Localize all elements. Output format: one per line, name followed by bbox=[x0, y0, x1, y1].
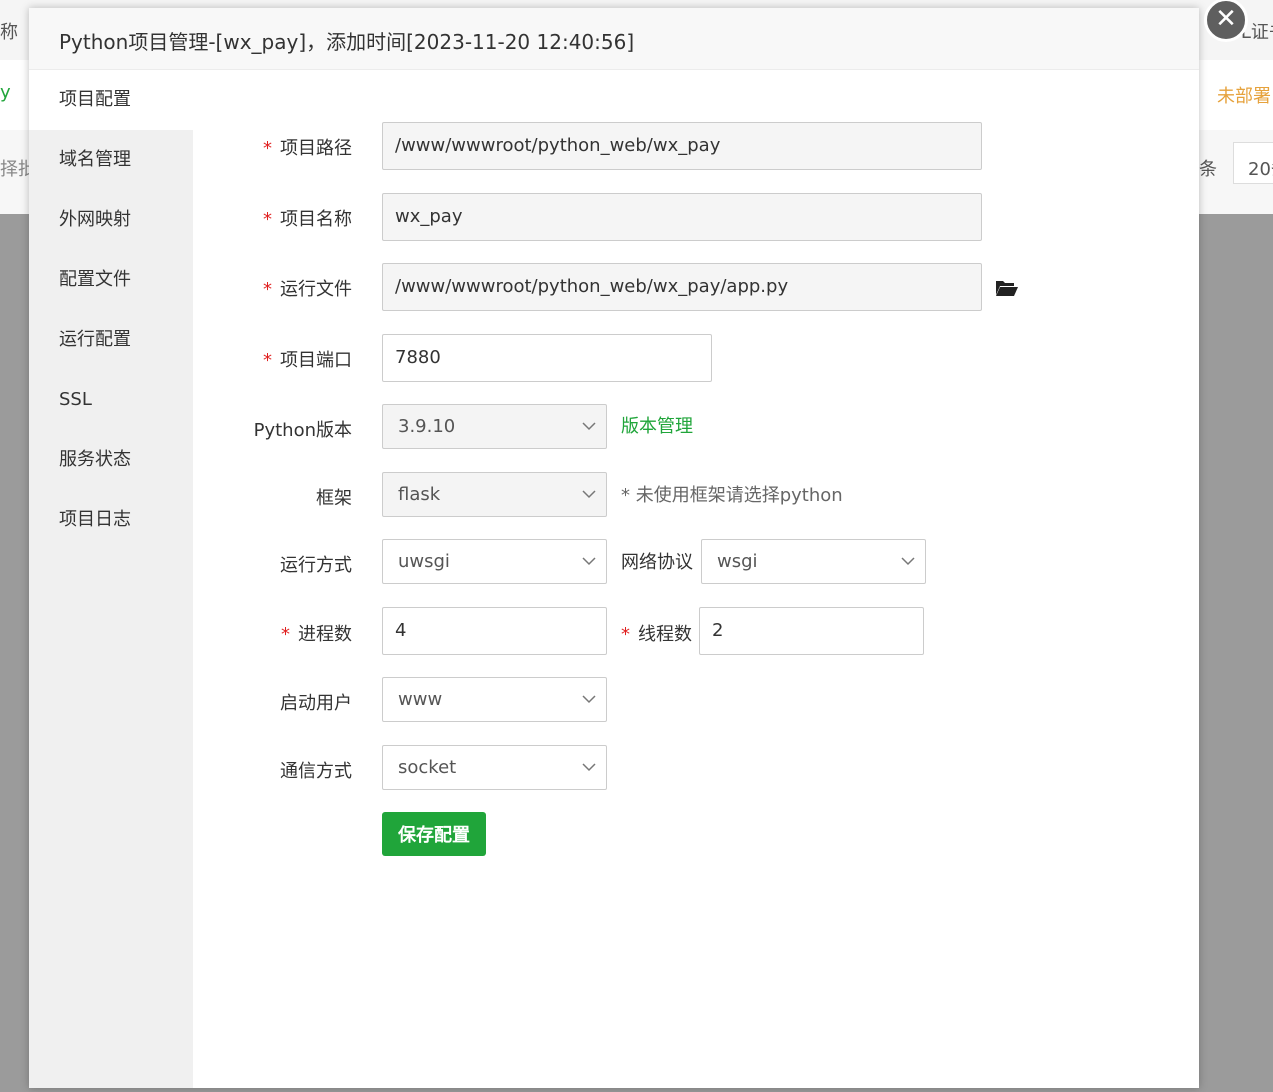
port-label: * 项目端口 bbox=[263, 350, 352, 371]
sidebar-item-run-config[interactable]: 运行配置 bbox=[29, 310, 193, 370]
protocol-label: 网络协议 bbox=[621, 552, 693, 573]
run-file-label: * 运行文件 bbox=[263, 279, 352, 300]
sidebar-item-project-config[interactable]: 项目配置 bbox=[29, 70, 193, 130]
version-manage-link[interactable]: 版本管理 bbox=[621, 412, 693, 438]
sidebar-item-label: 服务状态 bbox=[59, 449, 131, 470]
save-config-button[interactable]: 保存配置 bbox=[382, 812, 486, 856]
protocol-select[interactable]: wsgi bbox=[701, 539, 926, 584]
port-input[interactable]: 7880 bbox=[382, 334, 712, 382]
sidebar-item-mapping[interactable]: 外网映射 bbox=[29, 190, 193, 250]
modal-header: Python项目管理-[wx_pay]，添加时间[2023-11-20 12:4… bbox=[29, 8, 1199, 70]
run-mode-label: 运行方式 bbox=[280, 555, 352, 576]
required-mark: * bbox=[263, 350, 272, 371]
sidebar-item-project-log[interactable]: 项目日志 bbox=[29, 490, 193, 550]
threads-input[interactable]: 2 bbox=[699, 607, 924, 655]
chevron-down-icon bbox=[582, 763, 596, 772]
framework-select[interactable]: flask bbox=[382, 472, 607, 517]
required-mark: * bbox=[281, 624, 290, 645]
bg-status-text: 未部署 bbox=[1217, 86, 1271, 107]
threads-label: * 线程数 bbox=[621, 624, 692, 645]
chevron-down-icon bbox=[582, 422, 596, 431]
bg-page-unit: 条 bbox=[1199, 159, 1217, 180]
modal-title: Python项目管理-[wx_pay]，添加时间[2023-11-20 12:4… bbox=[59, 30, 635, 54]
sidebar-item-label: 项目配置 bbox=[59, 89, 131, 110]
comm-label: 通信方式 bbox=[280, 761, 352, 782]
chevron-down-icon bbox=[901, 557, 915, 566]
framework-label: 框架 bbox=[316, 488, 352, 509]
folder-open-icon[interactable] bbox=[995, 278, 1019, 298]
bg-page-size-box[interactable]: 20条 bbox=[1233, 142, 1273, 184]
user-value: www bbox=[398, 689, 443, 710]
sidebar-item-label: 外网映射 bbox=[59, 209, 131, 230]
framework-hint: * 未使用框架请选择python bbox=[621, 485, 843, 506]
bg-page-size: 20条 bbox=[1248, 159, 1273, 180]
sidebar: 项目配置 域名管理 外网映射 配置文件 运行配置 SSL 服务状态 项目日志 bbox=[29, 70, 193, 1088]
required-mark: * bbox=[263, 279, 272, 300]
sidebar-item-ssl[interactable]: SSL bbox=[29, 370, 193, 430]
sidebar-item-service-status[interactable]: 服务状态 bbox=[29, 430, 193, 490]
framework-value: flask bbox=[398, 484, 441, 505]
sidebar-item-label: 运行配置 bbox=[59, 329, 131, 350]
protocol-value: wsgi bbox=[717, 551, 758, 572]
close-icon: ✕ bbox=[1215, 4, 1237, 34]
user-label: 启动用户 bbox=[280, 693, 352, 714]
path-label: * 项目路径 bbox=[263, 138, 352, 159]
required-mark: * bbox=[263, 138, 272, 159]
bg-project-link[interactable]: y bbox=[0, 82, 11, 103]
project-modal: Python项目管理-[wx_pay]，添加时间[2023-11-20 12:4… bbox=[29, 0, 1248, 1088]
bg-col-name: 称 bbox=[0, 22, 18, 43]
processes-input[interactable]: 4 bbox=[382, 607, 607, 655]
comm-select[interactable]: socket bbox=[382, 745, 607, 790]
python-version-value: 3.9.10 bbox=[398, 416, 456, 437]
required-mark: * bbox=[621, 624, 630, 645]
python-version-label: Python版本 bbox=[253, 420, 352, 441]
close-button[interactable]: ✕ bbox=[1204, 0, 1248, 42]
name-label: * 项目名称 bbox=[263, 209, 352, 230]
processes-label: * 进程数 bbox=[281, 624, 352, 645]
chevron-down-icon bbox=[582, 557, 596, 566]
python-version-select[interactable]: 3.9.10 bbox=[382, 404, 607, 449]
sidebar-item-label: 域名管理 bbox=[59, 149, 131, 170]
run-mode-value: uwsgi bbox=[398, 551, 450, 572]
user-select[interactable]: www bbox=[382, 677, 607, 722]
required-mark: * bbox=[263, 209, 272, 230]
sidebar-item-domain[interactable]: 域名管理 bbox=[29, 130, 193, 190]
name-input[interactable]: wx_pay bbox=[382, 193, 982, 241]
path-input[interactable]: /www/wwwroot/python_web/wx_pay bbox=[382, 122, 982, 170]
chevron-down-icon bbox=[582, 695, 596, 704]
run-mode-select[interactable]: uwsgi bbox=[382, 539, 607, 584]
comm-value: socket bbox=[398, 757, 457, 778]
run-file-input[interactable]: /www/wwwroot/python_web/wx_pay/app.py bbox=[382, 263, 982, 311]
sidebar-item-config-file[interactable]: 配置文件 bbox=[29, 250, 193, 310]
sidebar-item-label: SSL bbox=[59, 389, 92, 410]
chevron-down-icon bbox=[582, 490, 596, 499]
sidebar-item-label: 项目日志 bbox=[59, 509, 131, 530]
sidebar-item-label: 配置文件 bbox=[59, 269, 131, 290]
